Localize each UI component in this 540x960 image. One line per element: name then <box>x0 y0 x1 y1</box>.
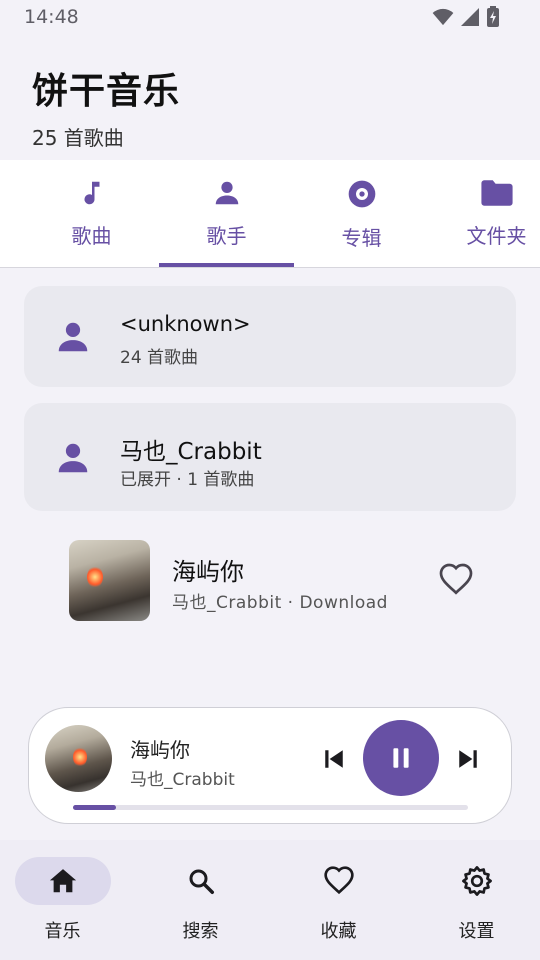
nav-label: 音乐 <box>44 921 81 942</box>
nav-item-favorites[interactable]: 收藏 <box>271 840 406 960</box>
nav-item-search[interactable]: 搜索 <box>133 840 268 960</box>
favorite-heart-icon[interactable] <box>438 562 474 598</box>
tab-artists[interactable]: 歌手 <box>159 160 294 267</box>
cover-art-detail <box>73 747 87 767</box>
folder-icon <box>480 180 513 206</box>
pause-icon <box>393 748 409 768</box>
heart-icon <box>323 866 354 895</box>
artist-song-count: 已展开 · 1 首歌曲 <box>120 470 255 490</box>
battery-icon <box>487 6 499 27</box>
nav-icon-container <box>429 857 525 905</box>
selected-tab-indicator <box>159 263 294 267</box>
tab-songs[interactable]: 歌曲 <box>24 160 159 267</box>
artist-song-count: 24 首歌曲 <box>120 348 199 368</box>
skip-next-icon[interactable] <box>453 744 483 774</box>
player-album-cover <box>45 725 112 792</box>
song-title: 海屿你 <box>172 558 244 586</box>
tab-label: 歌手 <box>206 224 247 248</box>
person-icon <box>58 322 88 352</box>
artist-name: 马也_Crabbit <box>120 439 262 465</box>
cover-art-detail <box>87 566 103 588</box>
tab-label: 文件夹 <box>466 224 527 248</box>
tab-label: 歌曲 <box>71 224 112 248</box>
tab-folders[interactable]: 文件夹 <box>429 160 540 267</box>
settings-icon <box>461 866 492 896</box>
player-song-title: 海屿你 <box>130 738 190 762</box>
artist-name: <unknown> <box>120 312 251 336</box>
nav-icon-container <box>291 857 387 905</box>
status-bar: 14:48 <box>0 0 540 34</box>
status-time: 14:48 <box>24 6 79 28</box>
song-meta: 马也_Crabbit · Download <box>172 593 388 613</box>
album-icon <box>348 180 375 208</box>
album-cover <box>69 540 150 621</box>
playback-progress-bar[interactable] <box>73 805 468 810</box>
playback-progress-fill <box>73 805 117 810</box>
artist-item-unknown[interactable]: <unknown> 24 首歌曲 <box>24 286 516 387</box>
category-tabs: 歌曲 歌手 专辑 文件夹 <box>0 160 540 268</box>
nav-item-settings[interactable]: 设置 <box>409 840 540 960</box>
music-note-icon <box>84 181 99 205</box>
app-header: 饼干音乐 25 首歌曲 <box>32 62 180 151</box>
tab-albums[interactable]: 专辑 <box>294 160 429 267</box>
person-icon <box>58 443 88 473</box>
skip-previous-icon[interactable] <box>319 744 349 774</box>
status-icons <box>432 6 500 28</box>
nav-icon-container <box>153 857 249 905</box>
nav-active-indicator <box>14 857 111 905</box>
home-icon <box>49 869 76 893</box>
person-icon <box>215 181 238 205</box>
song-item[interactable]: 海屿你 马也_Crabbit · Download <box>0 530 540 630</box>
player-artist: 马也_Crabbit <box>130 770 235 790</box>
nav-label: 搜索 <box>182 921 219 942</box>
search-icon <box>189 869 214 894</box>
nav-label: 设置 <box>458 921 495 942</box>
mini-player[interactable]: 海屿你 马也_Crabbit <box>28 707 512 824</box>
pause-button[interactable] <box>363 720 439 796</box>
bottom-navigation: 音乐 搜索 收藏 设置 <box>0 840 540 960</box>
signal-icon <box>461 8 479 26</box>
artist-item-crabbit[interactable]: 马也_Crabbit 已展开 · 1 首歌曲 <box>24 403 516 511</box>
tab-label: 专辑 <box>341 226 382 250</box>
wifi-icon <box>432 8 454 26</box>
song-count: 25 首歌曲 <box>32 126 124 150</box>
nav-label: 收藏 <box>320 921 357 942</box>
app-title: 饼干音乐 <box>32 71 181 112</box>
nav-item-music[interactable]: 音乐 <box>0 840 130 960</box>
